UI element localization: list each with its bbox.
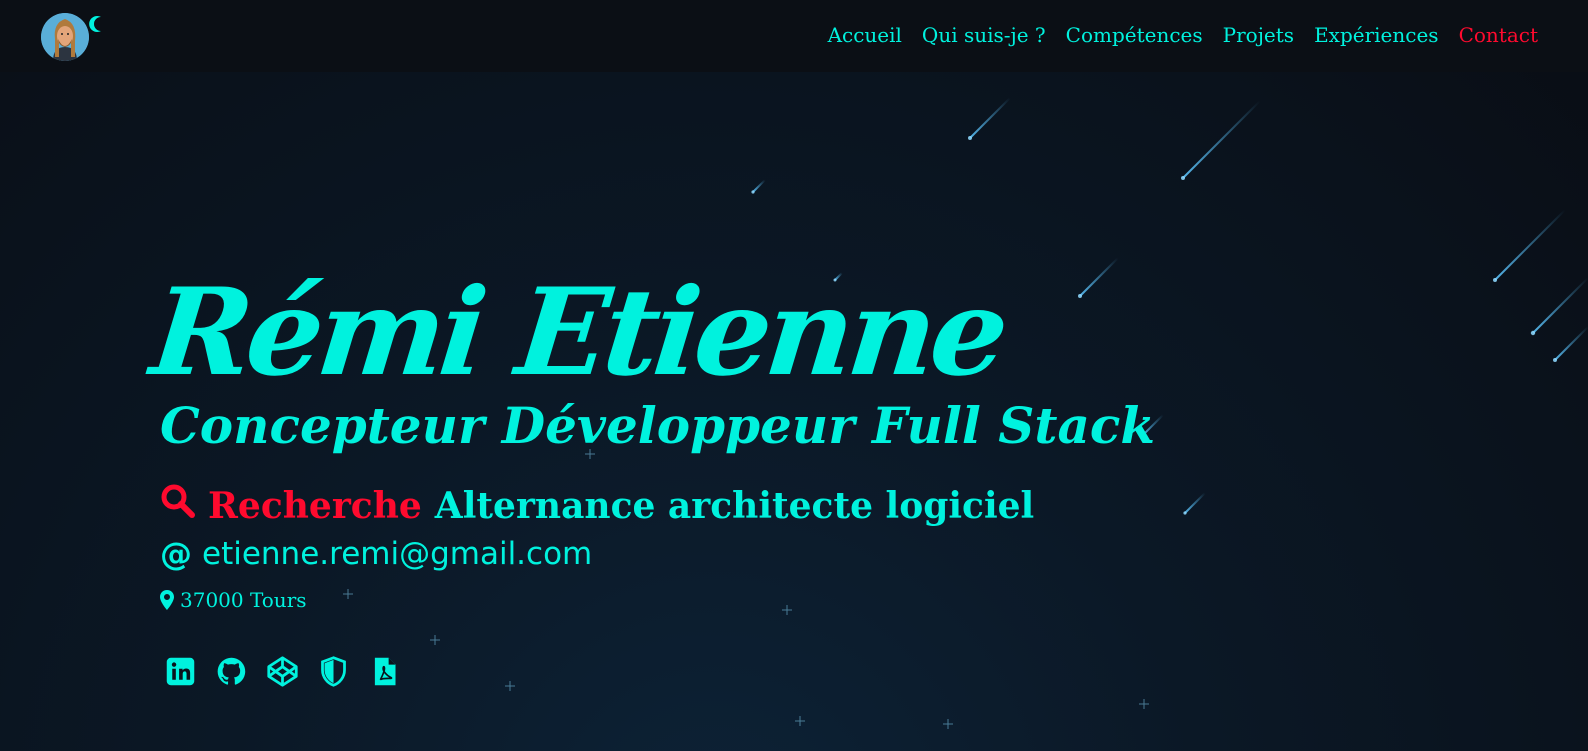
hero-name: Rémi Etienne: [145, 262, 1011, 403]
at-icon: @: [160, 535, 192, 573]
codepen-icon[interactable]: [266, 655, 299, 688]
nav-link-qui-suis-je[interactable]: Qui suis-je ?: [922, 23, 1046, 47]
avatar-illustration: [41, 13, 89, 61]
pdf-file-icon[interactable]: [368, 655, 401, 688]
top-navbar: Accueil Qui suis-je ? Compétences Projet…: [0, 0, 1588, 72]
nav-link-competences[interactable]: Compétences: [1066, 23, 1203, 47]
nav-link-accueil[interactable]: Accueil: [828, 23, 902, 47]
nav-links: Accueil Qui suis-je ? Compétences Projet…: [828, 0, 1538, 70]
search-icon: [160, 483, 196, 528]
profile-avatar[interactable]: [41, 13, 89, 61]
github-icon[interactable]: [215, 655, 248, 688]
shield-icon[interactable]: [317, 655, 350, 688]
nav-link-projets[interactable]: Projets: [1223, 23, 1294, 47]
map-marker-icon: [160, 590, 174, 610]
location-text: 37000 Tours: [180, 588, 307, 612]
email-line: @ etienne.remi@gmail.com: [160, 535, 592, 573]
linkedin-icon[interactable]: [164, 655, 197, 688]
location-line: 37000 Tours: [160, 588, 307, 612]
social-links: [164, 655, 401, 688]
nav-link-contact[interactable]: Contact: [1459, 23, 1538, 47]
job-search-line: Recherche Alternance architecte logiciel: [160, 483, 1034, 528]
moon-icon[interactable]: [88, 14, 108, 34]
email-link[interactable]: etienne.remi@gmail.com: [202, 536, 592, 572]
hero-subtitle: Concepteur Développeur Full Stack: [160, 396, 1155, 455]
nav-link-experiences[interactable]: Expériences: [1314, 23, 1439, 47]
search-label: Recherche: [208, 484, 422, 527]
search-target: Alternance architecte logiciel: [434, 484, 1035, 527]
